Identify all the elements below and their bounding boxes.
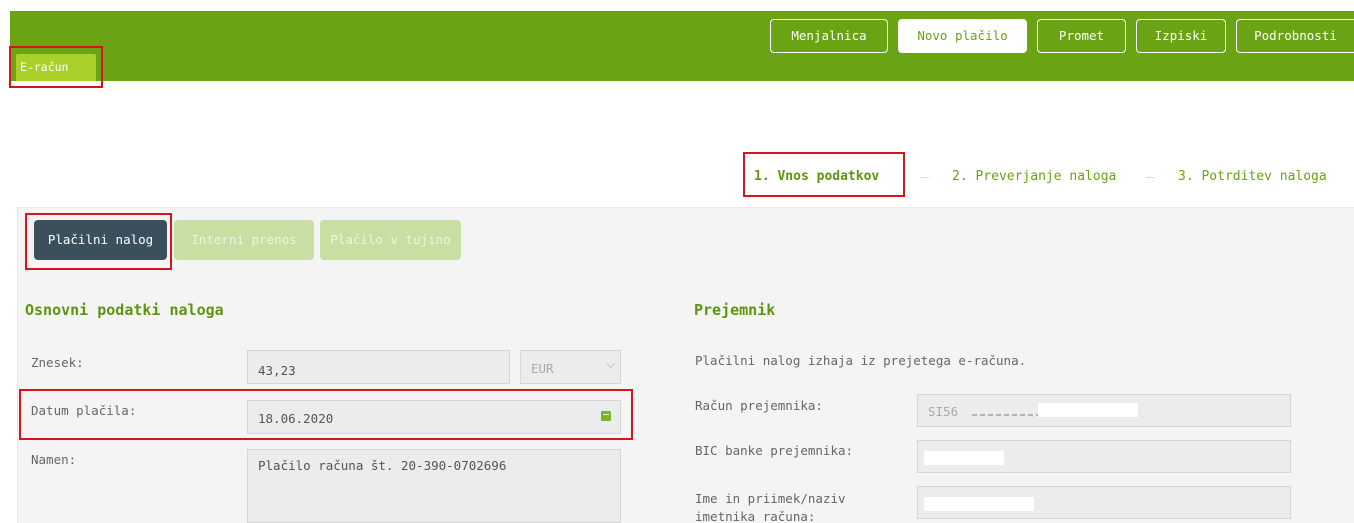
purpose-label: Namen: bbox=[31, 452, 77, 467]
redacted-mask bbox=[1038, 403, 1138, 417]
step-3: 3. Potrditev naloga bbox=[1178, 169, 1327, 184]
tab-placilni-nalog[interactable]: Plačilni nalog bbox=[34, 220, 167, 260]
nav-izpiski-button[interactable]: Izpiski bbox=[1136, 19, 1226, 53]
date-value: 18.06.2020 bbox=[258, 411, 334, 426]
step-separator bbox=[920, 177, 929, 178]
date-label: Datum plačila: bbox=[31, 403, 137, 418]
top-nav-bar: Menjalnica Novo plačilo Promet Izpiski P… bbox=[10, 11, 1354, 81]
currency-value: EUR bbox=[531, 361, 554, 376]
amount-label: Znesek: bbox=[31, 355, 84, 370]
purpose-textarea[interactable]: Plačilo računa št. 20-390-0702696 bbox=[247, 449, 621, 523]
account-value: SI56 bbox=[928, 404, 959, 419]
e-racun-tab[interactable]: E-račun bbox=[16, 54, 96, 81]
info-text: Plačilni nalog izhaja iz prejetega e-rač… bbox=[695, 353, 1027, 368]
bic-field bbox=[917, 440, 1291, 473]
nav-novo-placilo-button[interactable]: Novo plačilo bbox=[898, 19, 1027, 53]
redacted-mask bbox=[924, 497, 1034, 511]
name-label-line2: imetnika računa: bbox=[695, 509, 816, 523]
recipient-account-field: SI56 bbox=[917, 394, 1291, 427]
chevron-down-icon bbox=[606, 359, 616, 369]
nav-menjalnica-button[interactable]: Menjalnica bbox=[770, 19, 888, 53]
name-label: Ime in priimek/naziv imetnika računa: bbox=[695, 490, 846, 523]
redacted-mask bbox=[924, 451, 1004, 465]
holder-name-field bbox=[917, 486, 1291, 519]
amount-value: 43,23 bbox=[258, 363, 296, 378]
section-title-prejemnik: Prejemnik bbox=[694, 301, 776, 319]
nav-promet-button[interactable]: Promet bbox=[1037, 19, 1126, 53]
nav-podrobnosti-button[interactable]: Podrobnosti bbox=[1236, 19, 1354, 53]
step-1: 1. Vnos podatkov bbox=[754, 169, 880, 184]
section-title-osnovni: Osnovni podatki naloga bbox=[25, 301, 224, 319]
amount-input[interactable]: 43,23 bbox=[247, 350, 510, 384]
tab-placilo-v-tujino[interactable]: Plačilo v tujino bbox=[320, 220, 461, 260]
step-2: 2. Preverjanje naloga bbox=[952, 169, 1117, 184]
name-label-line1: Ime in priimek/naziv bbox=[695, 491, 846, 506]
tab-interni-prenos[interactable]: Interni prenos bbox=[174, 220, 314, 260]
date-input[interactable]: 18.06.2020 bbox=[247, 400, 621, 434]
currency-select[interactable]: EUR bbox=[520, 350, 621, 384]
bic-label: BIC banke prejemnika: bbox=[695, 443, 854, 458]
account-label: Račun prejemnika: bbox=[695, 398, 823, 413]
purpose-value: Plačilo računa št. 20-390-0702696 bbox=[258, 458, 507, 473]
calendar-icon[interactable] bbox=[601, 411, 611, 421]
step-separator bbox=[1146, 177, 1155, 178]
